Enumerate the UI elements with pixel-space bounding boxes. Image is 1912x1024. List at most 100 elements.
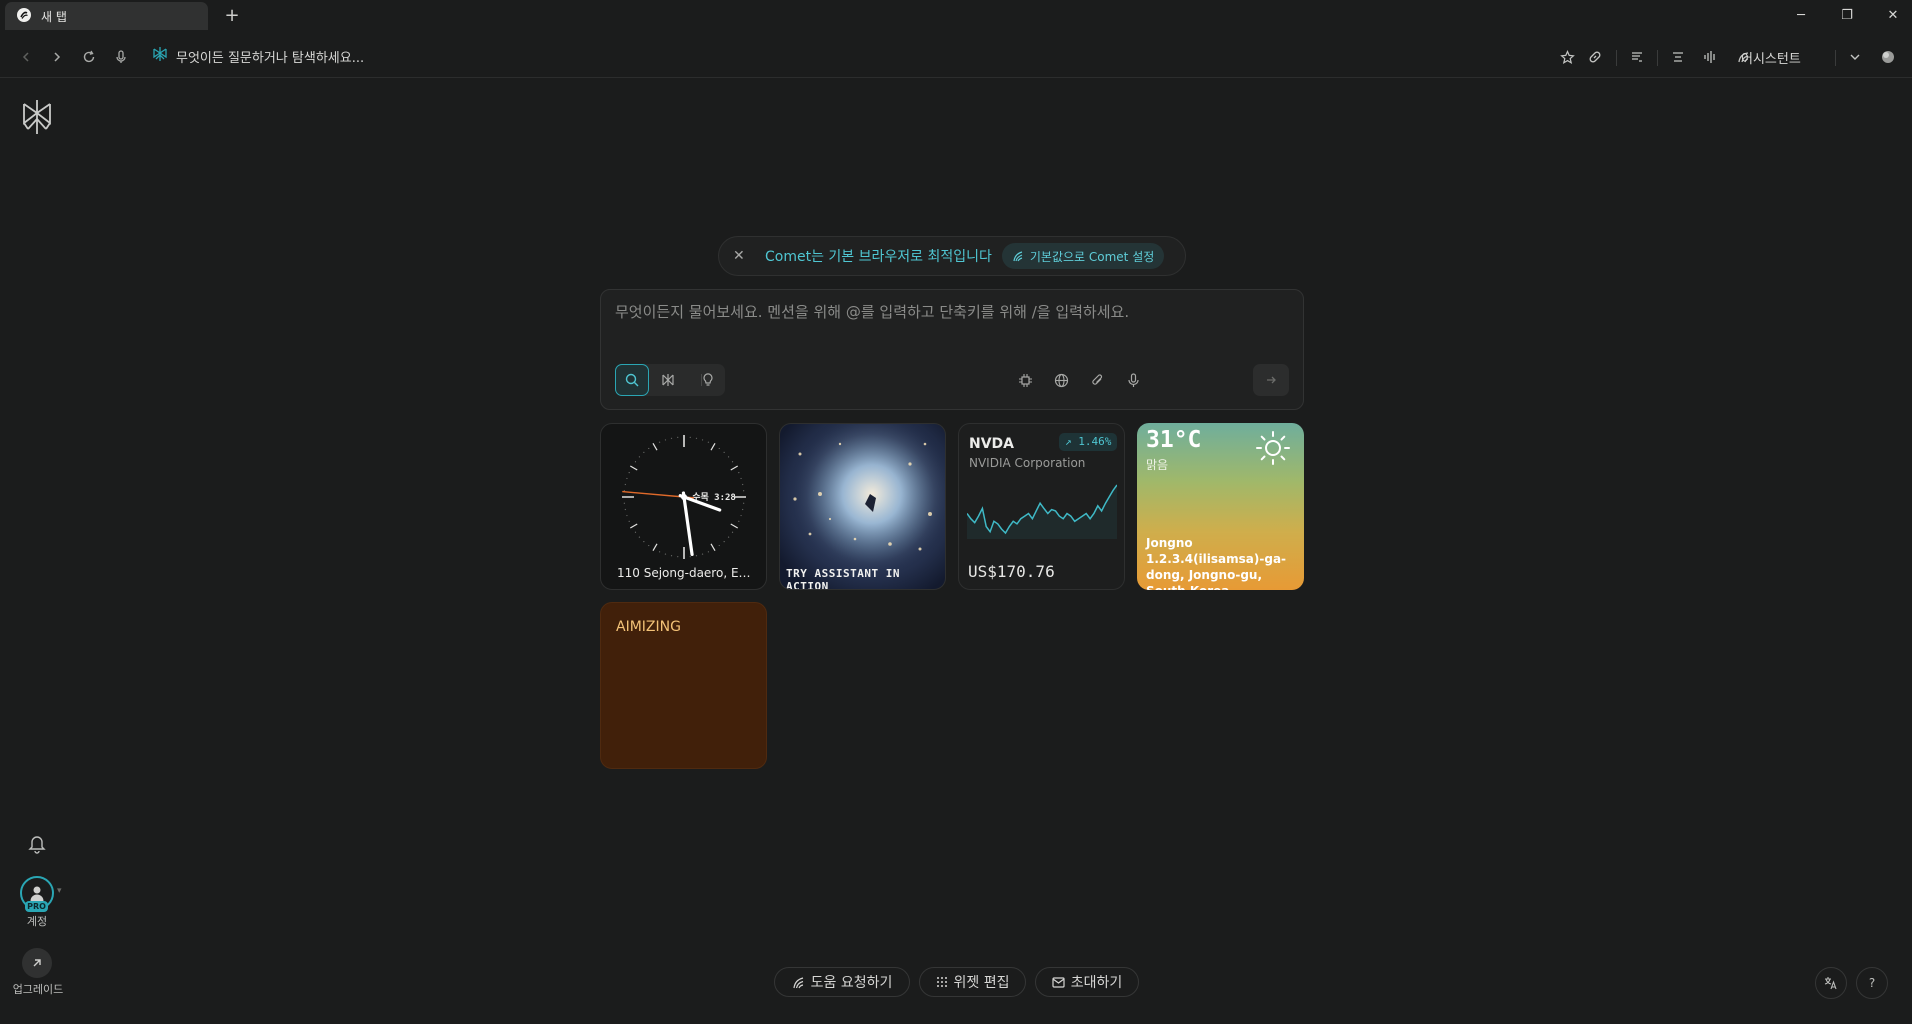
clock-minute-dot [707, 441, 710, 443]
invite-label: 초대하기 [1070, 975, 1123, 991]
tab-new-tab[interactable]: 새 탭 [5, 2, 208, 30]
account-label[interactable]: 계정 [0, 913, 74, 929]
restore-button[interactable]: ❐ [1824, 0, 1870, 31]
clock-tick [652, 543, 658, 551]
clock-minute-dot [689, 556, 691, 558]
set-default-label: 기본값으로 Comet 설정 [1029, 249, 1155, 264]
address-bar[interactable]: 무엇이든 질문하거나 탐색하세요... [152, 46, 364, 66]
clock-tick [710, 543, 716, 551]
toolbar-divider [1657, 50, 1658, 66]
stock-ticker: NVDA [969, 436, 1015, 452]
clock-minute-dot [626, 477, 628, 480]
aimizing-widget[interactable]: AIMIZING [600, 602, 767, 769]
cpu-model-icon[interactable] [1015, 370, 1035, 390]
upgrade-label[interactable]: 업그레이드 [0, 981, 76, 997]
clock-tick [730, 523, 738, 529]
analog-clock: 수목 3:28 [622, 435, 746, 559]
clock-widget[interactable]: 수목 3:28 110 Sejong-daero, Eul... [600, 423, 767, 590]
clock-minute-dot [634, 531, 637, 533]
clock-minute-dot [718, 544, 720, 547]
help-icon[interactable]: ? [1856, 967, 1888, 999]
clock-minute-dot [738, 520, 740, 523]
assistant-cover-image [780, 424, 945, 589]
paperclip-icon[interactable] [1087, 370, 1107, 390]
profile-icon[interactable] [1876, 45, 1900, 69]
minimize-button[interactable]: ─ [1778, 0, 1824, 31]
default-browser-banner: ✕ Comet는 기본 브라우저로 최적입니다 기본값으로 Comet 설정 [718, 236, 1186, 276]
edit-widgets-button[interactable]: 위젯 편집 [919, 967, 1026, 997]
microphone-icon[interactable] [109, 45, 133, 69]
microphone-icon[interactable] [1123, 370, 1143, 390]
clock-minute-dot [658, 441, 661, 443]
list-menu-icon[interactable] [1666, 45, 1690, 69]
set-default-button[interactable]: 기본값으로 Comet 설정 [1001, 243, 1165, 269]
edit-widgets-label: 위젯 편집 [953, 975, 1010, 991]
link-icon[interactable] [1583, 45, 1607, 69]
translate-icon[interactable] [1815, 967, 1847, 999]
address-placeholder: 무엇이든 질문하거나 탐색하세요... [176, 50, 365, 66]
clock-minute-dot [723, 540, 725, 543]
banner-text: Comet는 기본 브라우저로 최적입니다 [765, 249, 992, 265]
reader-mode-icon[interactable] [1625, 45, 1649, 69]
clock-tick [710, 443, 716, 451]
clock-minute-dot [743, 502, 745, 504]
back-icon[interactable] [14, 45, 38, 69]
toolbar-divider [1835, 50, 1836, 66]
assistant-button[interactable]: 어시스턴트 [1741, 48, 1801, 67]
clock-minute-dot [628, 471, 630, 474]
clock-minute-dot [738, 471, 740, 474]
perplexity-logo[interactable] [20, 98, 54, 140]
toolbar-divider [1616, 50, 1617, 66]
comet-icon [793, 976, 803, 988]
clock-minute-dot [626, 514, 628, 517]
search-mode-icon[interactable] [615, 364, 649, 396]
clock-minute-dot [664, 553, 667, 555]
weather-widget[interactable]: 31°C 맑음 Jongno 1.2.3.4(ilisamsa)-ga-dong… [1137, 423, 1304, 590]
clock-minute-dot [727, 536, 730, 538]
bookmark-star-icon[interactable] [1555, 45, 1579, 69]
clock-minute-dot [670, 555, 673, 557]
mail-icon [1052, 976, 1065, 988]
submit-button[interactable] [1253, 364, 1289, 396]
forward-icon[interactable] [45, 45, 69, 69]
weather-temperature: 31°C [1146, 427, 1202, 453]
lightbulb-icon[interactable] [691, 364, 725, 396]
stock-change-badge: ↗ 1.46% [1059, 433, 1118, 451]
arrow-up-right-icon [33, 959, 41, 967]
clock-minute-dot [658, 551, 661, 553]
reload-icon[interactable] [77, 45, 101, 69]
audio-wave-icon[interactable] [1698, 45, 1722, 69]
clock-minute-dot [740, 477, 742, 480]
bell-icon[interactable] [26, 832, 48, 858]
perplexity-icon [152, 46, 168, 66]
chevron-down-icon[interactable]: ▾ [57, 886, 62, 896]
clock-minute-dot [638, 536, 641, 538]
upgrade-button[interactable] [22, 948, 52, 978]
help-request-label: 도움 요청하기 [810, 975, 893, 991]
close-icon[interactable]: ✕ [733, 248, 751, 264]
new-tab-button[interactable]: + [220, 4, 244, 28]
clock-minute-dot [740, 514, 742, 517]
chevron-down-icon[interactable] [1843, 45, 1867, 69]
clock-minute-dot [742, 483, 744, 486]
search-input[interactable] [615, 303, 1285, 321]
clock-tick [630, 523, 638, 529]
clock-minute-dot [677, 436, 679, 438]
research-mode-icon[interactable] [651, 364, 685, 396]
assistant-widget[interactable]: TRY ASSISTANT IN ACTION [779, 423, 946, 590]
invite-button[interactable]: 초대하기 [1035, 967, 1139, 997]
search-box [600, 289, 1304, 410]
clock-minute-dot [648, 544, 650, 547]
tab-title: 새 탭 [41, 9, 67, 24]
clock-minute-dot [707, 551, 710, 553]
stock-widget[interactable]: NVDA NVIDIA Corporation ↗ 1.46% US$170.7… [958, 423, 1125, 590]
clock-minute-dot [623, 502, 625, 504]
clock-minute-dot [701, 439, 704, 441]
close-window-button[interactable]: ✕ [1870, 0, 1912, 31]
clock-minute-dot [731, 461, 734, 463]
clock-tick [630, 465, 638, 471]
stock-company: NVIDIA Corporation [969, 456, 1086, 470]
help-request-button[interactable]: 도움 요청하기 [774, 967, 910, 997]
globe-icon[interactable] [1051, 370, 1071, 390]
clock-location: 110 Sejong-daero, Eul... [617, 566, 757, 580]
